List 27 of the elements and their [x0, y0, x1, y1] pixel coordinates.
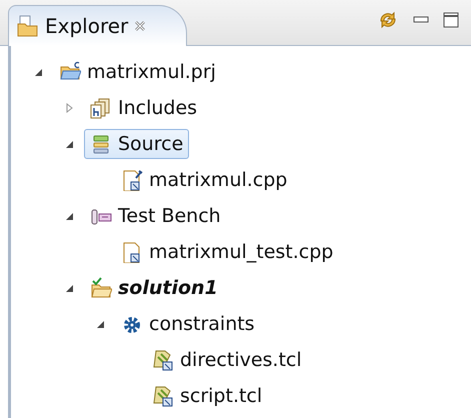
tree-item[interactable]: script.tcl: [146, 381, 268, 411]
tab-label: Explorer: [45, 14, 128, 38]
tree-item[interactable]: matrixmul_test.cpp: [115, 237, 340, 267]
script-file-icon: [152, 385, 174, 407]
explorer-tab[interactable]: Explorer: [8, 5, 188, 46]
tree-item[interactable]: Includes: [84, 93, 204, 123]
header-files-icon: [90, 97, 112, 119]
minimize-icon[interactable]: [413, 16, 429, 24]
expanded-arrow-icon[interactable]: [64, 139, 74, 149]
tree-item[interactable]: Source: [84, 129, 190, 159]
folder-check-icon: [90, 277, 112, 299]
tree-item[interactable]: matrixmul.prj: [53, 57, 222, 87]
expanded-arrow-icon[interactable]: [33, 67, 43, 77]
folder-document-icon: [17, 15, 39, 37]
tree-item[interactable]: Test Bench: [84, 201, 227, 231]
tree-item[interactable]: directives.tcl: [146, 345, 308, 375]
expanded-arrow-icon[interactable]: [64, 211, 74, 221]
expanded-arrow-icon[interactable]: [64, 283, 74, 293]
tree-item[interactable]: matrixmul.cpp: [115, 165, 294, 195]
close-icon[interactable]: [134, 20, 146, 32]
file-wrench-icon: [121, 169, 143, 191]
maximize-icon[interactable]: [443, 12, 459, 28]
expanded-arrow-icon[interactable]: [95, 319, 105, 329]
tree-item[interactable]: solution1: [84, 273, 224, 303]
script-file-icon: [152, 349, 174, 371]
tree-item[interactable]: constraints: [115, 309, 261, 339]
collapsed-arrow-icon[interactable]: [64, 103, 74, 113]
